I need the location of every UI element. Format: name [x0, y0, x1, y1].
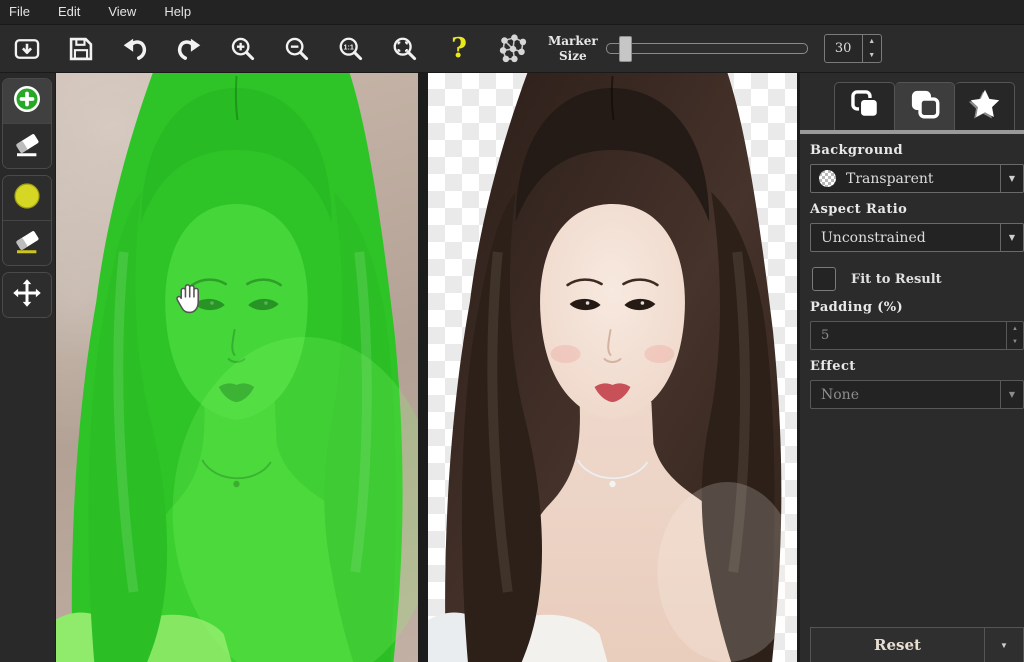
layers-filled-icon	[848, 87, 882, 126]
tab-layers-outline[interactable]	[895, 82, 955, 130]
import-button[interactable]	[0, 29, 54, 69]
zoom-fit-icon	[391, 35, 419, 63]
padding-input[interactable]: 5 ▲ ▼	[810, 321, 1024, 350]
zoom-out-button[interactable]	[270, 29, 324, 69]
yellow-circle-icon	[12, 181, 42, 216]
pan-group	[2, 272, 52, 318]
canvas-divider	[418, 72, 428, 662]
fit-to-result-checkbox[interactable]	[812, 267, 836, 291]
effect-label: Effect	[810, 359, 1024, 374]
marker-size-slider-handle[interactable]	[619, 36, 632, 62]
background-marker-group	[2, 175, 52, 266]
help-icon: ?	[451, 35, 467, 62]
marker-size-value[interactable]: 30	[825, 35, 862, 62]
fit-to-result-label: Fit to Result	[851, 272, 942, 287]
chevron-down-icon[interactable]: ▼	[1000, 224, 1023, 251]
redo-button[interactable]	[162, 29, 216, 69]
add-background-marker-button[interactable]	[3, 176, 51, 220]
fit-to-result-row: Fit to Result	[812, 267, 1024, 291]
spin-up-icon[interactable]: ▲	[1007, 322, 1023, 336]
erase-foreground-marker-button[interactable]	[3, 123, 51, 168]
sidebar-tabbar	[834, 82, 1024, 130]
tab-layers-filled[interactable]	[834, 82, 895, 130]
background-select-value: Transparent	[836, 171, 1000, 187]
menu-item-edit[interactable]: Edit	[44, 0, 94, 24]
background-label: Background	[810, 143, 1024, 158]
eraser-yellow-underline-icon	[12, 226, 42, 261]
redo-icon	[174, 34, 204, 64]
foreground-marker-group	[2, 78, 52, 169]
reset-split-button: Reset ▼	[810, 627, 1024, 662]
spin-up-icon[interactable]: ▲	[863, 35, 881, 49]
zoom-fit-button[interactable]	[378, 29, 432, 69]
effect-select[interactable]: None ▼	[810, 380, 1024, 409]
tab-favorites[interactable]	[955, 82, 1015, 130]
pan-tool-button[interactable]	[3, 273, 51, 317]
aspect-ratio-select-value: Unconstrained	[811, 230, 1000, 246]
background-select[interactable]: Transparent ▼	[810, 164, 1024, 193]
result-image-canvas[interactable]	[428, 72, 797, 662]
green-plus-circle-icon	[12, 84, 42, 119]
save-icon	[67, 35, 95, 63]
undo-button[interactable]	[108, 29, 162, 69]
marker-size-slider[interactable]	[606, 43, 808, 54]
help-button[interactable]: ?	[432, 29, 486, 69]
star-icon	[967, 86, 1003, 127]
zoom-actual-size-button[interactable]: 1:1	[324, 29, 378, 69]
menu-item-help[interactable]: Help	[150, 0, 205, 24]
segmentation-graph-icon	[496, 32, 530, 66]
chevron-down-icon[interactable]: ▼	[1000, 165, 1023, 192]
masked-portrait-image	[55, 72, 418, 662]
menu-item-file[interactable]: File	[0, 0, 44, 24]
eraser-white-underline-icon	[12, 129, 42, 164]
zoom-in-icon	[229, 35, 257, 63]
reset-button[interactable]: Reset	[811, 628, 984, 662]
result-portrait-image	[428, 72, 797, 662]
marker-size-spinbox[interactable]: 30 ▲ ▼	[824, 34, 882, 63]
toolbar: 1:1 ?	[0, 25, 1024, 73]
layers-outline-icon	[908, 87, 942, 126]
chevron-down-icon[interactable]: ▼	[1000, 381, 1023, 408]
spin-down-icon[interactable]: ▼	[1007, 336, 1023, 350]
zoom-actual-icon: 1:1	[337, 35, 365, 63]
zoom-out-icon	[283, 35, 311, 63]
marker-size-label: Marker Size	[548, 34, 598, 64]
padding-label: Padding (%)	[810, 300, 1024, 315]
undo-icon	[120, 34, 150, 64]
move-arrows-icon	[12, 278, 42, 313]
svg-text:1:1: 1:1	[343, 42, 353, 51]
padding-input-value[interactable]: 5	[811, 322, 1006, 349]
save-button[interactable]	[54, 29, 108, 69]
aspect-ratio-label: Aspect Ratio	[810, 202, 1024, 217]
zoom-in-button[interactable]	[216, 29, 270, 69]
tab-divider	[800, 130, 1024, 134]
aspect-ratio-select[interactable]: Unconstrained ▼	[810, 223, 1024, 252]
menu-item-view[interactable]: View	[94, 0, 150, 24]
chevron-down-icon: ▼	[1000, 641, 1008, 650]
app-window: { "menu": { "items": ["File", "Edit", "V…	[0, 0, 1024, 662]
reset-button-label: Reset	[874, 636, 921, 654]
transparent-checker-icon	[819, 170, 836, 187]
add-foreground-marker-button[interactable]	[3, 79, 51, 123]
source-image-canvas[interactable]	[55, 72, 418, 662]
reset-dropdown-button[interactable]: ▼	[984, 628, 1023, 662]
effect-select-value: None	[811, 387, 1000, 403]
erase-background-marker-button[interactable]	[3, 220, 51, 265]
menu-bar: File Edit View Help	[0, 0, 1024, 25]
segmentation-button[interactable]	[486, 29, 540, 69]
tool-panel	[0, 72, 56, 662]
hand-cursor-icon	[172, 281, 206, 322]
spin-down-icon[interactable]: ▼	[863, 49, 881, 63]
import-icon	[13, 35, 41, 63]
settings-sidebar: Background Transparent ▼ Aspect Ratio Un…	[800, 72, 1024, 662]
